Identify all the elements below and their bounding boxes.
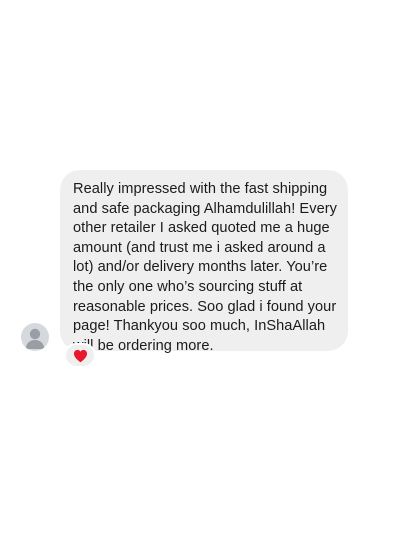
message-bubble[interactable]: Really impressed with the fast shipping … [60,170,348,354]
sender-avatar[interactable] [21,323,49,351]
heart-icon [73,349,87,362]
message-text: Really impressed with the fast shipping … [73,181,337,354]
default-user-avatar-icon [25,328,45,349]
message-reaction[interactable] [64,343,96,368]
message-thread: Really impressed with the fast shipping … [0,0,400,533]
